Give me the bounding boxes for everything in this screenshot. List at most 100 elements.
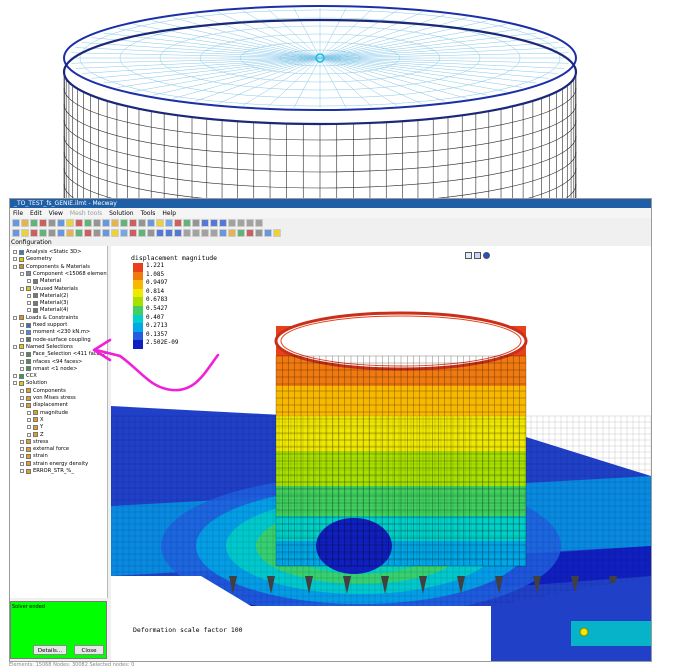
toolbar-button[interactable] (21, 219, 29, 227)
expand-toggle-icon[interactable] (13, 374, 17, 379)
toolbar-button[interactable] (192, 229, 200, 237)
toolbar-button[interactable] (12, 229, 20, 237)
toolbar-button[interactable] (156, 229, 164, 237)
toolbar-button[interactable] (246, 229, 254, 237)
toolbar-button[interactable] (75, 229, 83, 237)
toolbar-button[interactable] (84, 219, 92, 227)
expand-toggle-icon[interactable] (20, 271, 24, 276)
expand-toggle-icon[interactable] (20, 447, 24, 452)
expand-toggle-icon[interactable] (20, 454, 24, 459)
menu-file[interactable]: File (13, 210, 23, 217)
toolbar-button[interactable] (156, 219, 164, 227)
expand-toggle-icon[interactable] (20, 286, 24, 291)
toolbar-button[interactable] (120, 229, 128, 237)
toolbar-button[interactable] (165, 229, 173, 237)
expand-toggle-icon[interactable] (13, 250, 17, 254)
toolbar-button[interactable] (84, 229, 92, 237)
toolbar-button[interactable] (102, 229, 110, 237)
toolbar-button[interactable] (57, 229, 65, 237)
toolbar-button[interactable] (246, 219, 254, 227)
toolbar-button[interactable] (147, 229, 155, 237)
toolbar-button[interactable] (111, 229, 119, 237)
toolbar-button[interactable] (138, 229, 146, 237)
expand-toggle-icon[interactable] (20, 403, 24, 408)
close-button[interactable]: Close (74, 645, 104, 655)
expand-toggle-icon[interactable] (13, 315, 17, 320)
expand-toggle-icon[interactable] (27, 432, 31, 437)
toolbar-button[interactable] (48, 229, 56, 237)
toolbar-button[interactable] (192, 219, 200, 227)
expand-toggle-icon[interactable] (13, 257, 17, 262)
toolbar-button[interactable] (264, 229, 272, 237)
tree-item[interactable]: ERROR_STR_%_ (20, 467, 74, 475)
toolbar-button[interactable] (201, 219, 209, 227)
toolbar-button[interactable] (228, 219, 236, 227)
expand-toggle-icon[interactable] (20, 396, 24, 400)
expand-toggle-icon[interactable] (20, 359, 24, 364)
toolbar-button[interactable] (174, 219, 182, 227)
view-sphere-icon[interactable] (483, 252, 490, 259)
toolbar-button[interactable] (255, 229, 263, 237)
menu-help[interactable]: Help (162, 210, 176, 217)
toolbar-button[interactable] (93, 219, 101, 227)
toolbar-button[interactable] (66, 219, 74, 227)
toolbar-button[interactable] (147, 219, 155, 227)
toolbar-button[interactable] (273, 229, 281, 237)
menu-tools[interactable]: Tools (141, 210, 156, 217)
expand-toggle-icon[interactable] (27, 308, 31, 313)
toolbar-button[interactable] (12, 219, 20, 227)
toolbar-button[interactable] (183, 229, 191, 237)
toolbar-button[interactable] (39, 229, 47, 237)
toolbar-button[interactable] (39, 219, 47, 227)
toolbar-button[interactable] (129, 219, 137, 227)
toolbar-button[interactable] (66, 229, 74, 237)
expand-toggle-icon[interactable] (27, 410, 31, 415)
expand-toggle-icon[interactable] (20, 366, 24, 371)
expand-toggle-icon[interactable] (27, 425, 31, 430)
toolbar-button[interactable] (21, 229, 29, 237)
expand-toggle-icon[interactable] (27, 293, 31, 298)
toolbar-button[interactable] (174, 229, 182, 237)
expand-toggle-icon[interactable] (20, 337, 24, 342)
expand-toggle-icon[interactable] (20, 439, 24, 444)
menu-solution[interactable]: Solution (109, 210, 133, 217)
toolbar-button[interactable] (165, 219, 173, 227)
expand-toggle-icon[interactable] (20, 388, 24, 393)
menu-edit[interactable]: Edit (30, 210, 42, 217)
expand-toggle-icon[interactable] (20, 461, 24, 466)
toolbar-button[interactable] (228, 229, 236, 237)
toolbar-button[interactable] (210, 229, 218, 237)
expand-toggle-icon[interactable] (13, 264, 17, 269)
toolbar-button[interactable] (30, 229, 38, 237)
toolbar-button[interactable] (138, 219, 146, 227)
toolbar-button[interactable] (237, 229, 245, 237)
toolbar-button[interactable] (120, 219, 128, 227)
expand-toggle-icon[interactable] (13, 344, 17, 349)
view-rotate-icon[interactable] (474, 252, 481, 259)
menu-view[interactable]: View (49, 210, 63, 217)
toolbar-button[interactable] (102, 219, 110, 227)
3d-viewport[interactable]: displacement magnitude 1.221 1.085 0.9497 0… (111, 246, 651, 661)
toolbar-button[interactable] (219, 219, 227, 227)
expand-toggle-icon[interactable] (20, 469, 24, 473)
expand-toggle-icon[interactable] (20, 330, 24, 335)
toolbar-button[interactable] (75, 219, 83, 227)
toolbar-button[interactable] (255, 219, 263, 227)
expand-toggle-icon[interactable] (27, 279, 31, 284)
deformed-model-render[interactable] (111, 246, 651, 661)
expand-toggle-icon[interactable] (20, 352, 24, 357)
toolbar-button[interactable] (57, 219, 65, 227)
expand-toggle-icon[interactable] (20, 323, 24, 327)
toolbar-button[interactable] (183, 219, 191, 227)
toolbar-button[interactable] (201, 229, 209, 237)
toolbar-button[interactable] (129, 229, 137, 237)
expand-toggle-icon[interactable] (13, 381, 17, 386)
toolbar-button[interactable] (93, 229, 101, 237)
toolbar-button[interactable] (210, 219, 218, 227)
toolbar-button[interactable] (30, 219, 38, 227)
menu-mesh-tools[interactable]: Mesh tools (70, 210, 102, 217)
expand-toggle-icon[interactable] (27, 417, 31, 422)
view-fit-icon[interactable] (465, 252, 472, 259)
toolbar-button[interactable] (48, 219, 56, 227)
details-button[interactable]: Details... (33, 645, 67, 655)
